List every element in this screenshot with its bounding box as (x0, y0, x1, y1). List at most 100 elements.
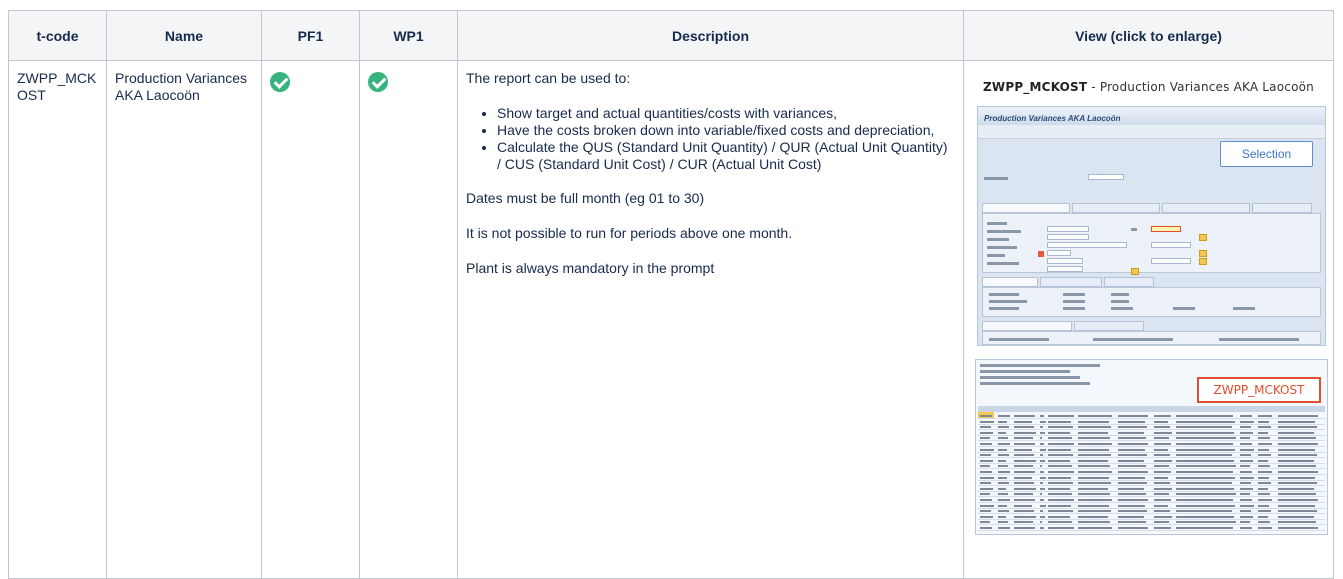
grid-cell (1176, 493, 1236, 496)
grid-cell (998, 515, 1006, 518)
grid-row (978, 481, 1325, 487)
grid-cell (1154, 471, 1171, 473)
grid-cell (1078, 527, 1112, 529)
grid-cell (1240, 471, 1252, 473)
grid-cell (998, 510, 1009, 513)
grid-cell (1240, 420, 1254, 423)
selection-screen-thumbnail[interactable]: Production Variances AKA Laocoön Selecti… (977, 106, 1326, 346)
grid-cell (1040, 471, 1044, 473)
grid-cell (1014, 459, 1036, 462)
result-label: ZWPP_MCKOST (1197, 377, 1321, 403)
grid-cell (1014, 431, 1036, 434)
check-circle-icon (368, 72, 388, 92)
tcode-cell: ZWPP_MCKOST (8, 60, 107, 579)
grid-cell (1278, 471, 1318, 473)
grid-cell (1176, 437, 1236, 440)
grid-cell (1258, 521, 1270, 524)
grid-cell (1278, 499, 1318, 501)
grid-cell (1118, 431, 1144, 434)
grid-cell (1278, 482, 1317, 485)
grid-cell (1014, 527, 1035, 529)
grid-cell (1078, 493, 1110, 496)
grid-cell (1078, 471, 1112, 473)
grid-cell (1118, 521, 1146, 524)
grid-cell (1176, 465, 1236, 468)
grid-cell (1014, 465, 1033, 468)
grid-cell (1154, 437, 1169, 440)
grid-cell (1048, 426, 1073, 429)
grid-cell (1240, 504, 1254, 507)
grid-row (978, 492, 1325, 498)
grid-cell (1048, 504, 1071, 507)
grid-cell (1176, 471, 1233, 473)
grid-cell (1258, 459, 1268, 462)
grid-cell (980, 476, 994, 479)
grid-cell (1014, 487, 1036, 490)
grid-cell (1154, 521, 1169, 524)
grid-cell (998, 415, 1010, 417)
grid-cell (1014, 443, 1035, 445)
grid-cell (1154, 465, 1169, 468)
grid-cell (1176, 515, 1234, 518)
grid-cell (1078, 521, 1110, 524)
grid-cell (1258, 437, 1270, 440)
grid-cell (980, 459, 993, 462)
grid-cell (1240, 459, 1253, 462)
grid-cell (1048, 499, 1074, 501)
grid-cell (1014, 499, 1035, 501)
grid-cell (998, 465, 1008, 468)
pf1-cell (261, 60, 360, 579)
grid-cell (998, 454, 1009, 457)
grid-cell (1048, 476, 1071, 479)
grid-cell (980, 504, 994, 507)
thumbnail-title: ZWPP_MCKOST - Production Variances AKA L… (974, 79, 1323, 96)
grid-row (978, 448, 1325, 453)
grid-cell (1154, 459, 1172, 462)
grid-cell (1014, 471, 1035, 473)
grid-cell (1258, 493, 1270, 496)
grid-cell (1258, 499, 1272, 501)
grid-cell (1154, 482, 1170, 485)
header-name: Name (106, 10, 262, 61)
description-note: It is not possible to run for periods ab… (466, 225, 793, 241)
grid-cell (1258, 465, 1270, 468)
grid-cell (980, 527, 992, 529)
grid-row (978, 520, 1325, 526)
grid-cell (980, 437, 990, 440)
grid-cell (1154, 527, 1171, 529)
result-screen-thumbnail[interactable]: ZWPP_MCKOST (975, 359, 1328, 535)
grid-cell (1078, 476, 1109, 479)
grid-cell (1040, 437, 1042, 440)
grid-cell (1078, 420, 1109, 423)
grid-cell (1014, 454, 1034, 457)
grid-row (978, 498, 1325, 503)
grid-cell (1278, 426, 1317, 429)
grid-cell (1048, 454, 1073, 457)
grid-cell (1118, 482, 1147, 485)
grid-cell (1078, 437, 1110, 440)
tcode-text: ZWPP_MCKOST (17, 70, 97, 103)
grid-cell (1048, 527, 1074, 529)
name-cell: Production Variances AKA Laocoön (106, 60, 262, 579)
grid-cell (1278, 476, 1315, 479)
grid-cell (1040, 420, 1046, 423)
grid-cell (1258, 420, 1269, 423)
grid-cell (1040, 459, 1045, 462)
grid-cell (1078, 426, 1111, 429)
grid-cell (1278, 454, 1317, 457)
screen-header: Production Variances AKA Laocoön (978, 107, 1325, 125)
header-description: Description (457, 10, 964, 61)
grid-cell (1240, 515, 1253, 518)
grid-cell (998, 527, 1010, 529)
grid-cell (1176, 521, 1236, 524)
grid-cell (1118, 420, 1145, 423)
grid-cell (980, 448, 994, 451)
grid-row (978, 459, 1325, 464)
name-text: Production Variances AKA Laocoön (115, 70, 248, 103)
grid-cell (1040, 443, 1044, 445)
description-bullets: Show target and actual quantities/costs … (466, 105, 955, 173)
view-cell: ZWPP_MCKOST - Production Variances AKA L… (963, 60, 1334, 579)
grid-cell (1048, 459, 1070, 462)
grid-cell (1258, 471, 1272, 473)
grid-cell (1258, 515, 1268, 518)
